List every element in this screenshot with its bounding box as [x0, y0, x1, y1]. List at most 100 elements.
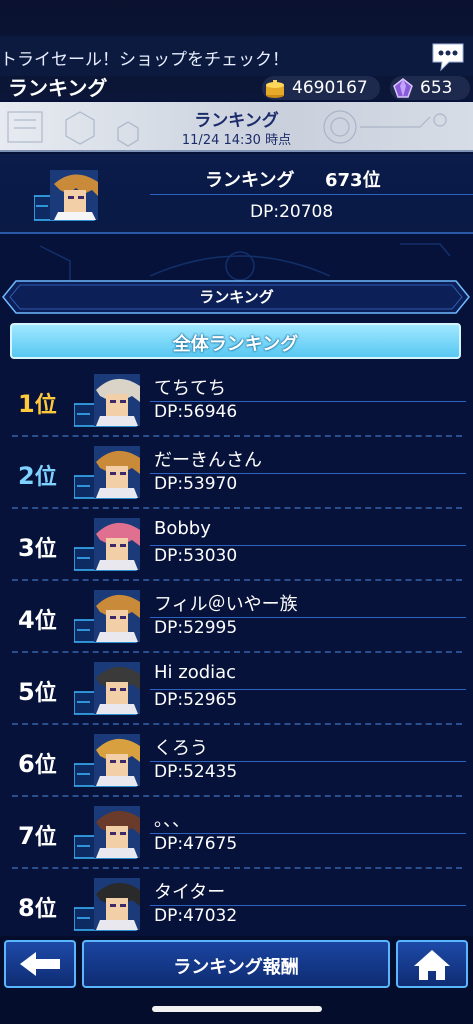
- player-dp: DP:47675: [154, 834, 238, 854]
- rank-number: 6: [18, 750, 35, 778]
- rank-suffix: 位: [34, 681, 57, 706]
- divider: [150, 194, 473, 195]
- player-name: だーきんさん: [154, 450, 262, 471]
- my-rank-label: ランキング: [205, 170, 295, 191]
- news-ticker-text: トライセール！ショップをチェック！: [0, 50, 289, 70]
- rank-number: 3: [18, 534, 35, 562]
- rank-number: 8: [18, 894, 35, 922]
- news-ticker[interactable]: トライセール！ショップをチェック！: [0, 36, 473, 76]
- row-accent-line: [150, 545, 466, 546]
- home-indicator: [152, 1006, 322, 1012]
- home-icon: [414, 950, 450, 980]
- gem-counter[interactable]: 653: [390, 76, 470, 100]
- rank-position: 4位: [18, 603, 57, 635]
- player-avatar-icon: [73, 734, 140, 787]
- rank-number: 7: [18, 822, 35, 850]
- banner-title: ランキング: [194, 111, 279, 131]
- player-avatar[interactable]: [73, 660, 142, 716]
- ranking-reward-button[interactable]: ランキング報酬: [82, 940, 390, 988]
- player-avatar[interactable]: [73, 732, 142, 788]
- row-accent-line: [150, 761, 466, 762]
- rank-position: 1位: [18, 387, 57, 419]
- rank-suffix: 位: [34, 753, 57, 778]
- ranking-row[interactable]: 3位 Bobby DP:53030: [0, 509, 473, 581]
- gold-amount: 4690167: [292, 78, 368, 98]
- ranking-banner: ランキング 11/24 14:30 時点: [0, 102, 473, 152]
- player-name: フィル＠いやー族: [154, 594, 298, 615]
- row-accent-line: [150, 401, 466, 402]
- gold-coins-icon: [266, 80, 284, 98]
- chat-button[interactable]: [429, 40, 467, 74]
- rank-number: 4: [18, 606, 35, 634]
- player-name: てちてち: [154, 378, 226, 399]
- row-accent-line: [150, 473, 466, 474]
- row-accent-line: [150, 833, 466, 834]
- player-avatar-icon: [73, 374, 140, 427]
- row-accent-line: [150, 617, 466, 618]
- rank-position: 7位: [18, 819, 57, 851]
- player-dp: DP:53970: [154, 474, 238, 494]
- ranking-row[interactable]: 4位 フィル＠いやー族 DP:52995: [0, 581, 473, 653]
- player-avatar-icon: [73, 662, 140, 715]
- ranking-row[interactable]: 8位 タイター DP:47032: [0, 869, 473, 941]
- top-bar: トライセール！ショップをチェック！ ランキング 4690167 653: [0, 0, 473, 100]
- rank-suffix: 位: [34, 465, 57, 490]
- rank-suffix: 位: [34, 897, 57, 922]
- rank-position: 8位: [18, 891, 57, 923]
- purple-gem-icon: [393, 78, 413, 98]
- player-avatar[interactable]: [73, 804, 142, 860]
- ranking-row[interactable]: 6位 くろう DP:52435: [0, 725, 473, 797]
- player-avatar[interactable]: [73, 516, 142, 572]
- my-avatar[interactable]: [33, 166, 102, 222]
- my-rank-panel: ランキング 673位 DP:20708: [0, 154, 473, 234]
- player-avatar-icon: [73, 878, 140, 931]
- rank-position: 2位: [18, 459, 57, 491]
- ranking-row[interactable]: 2位 だーきんさん DP:53970: [0, 437, 473, 509]
- bottom-bar: ランキング報酬: [0, 936, 473, 1024]
- row-accent-line: [150, 905, 466, 906]
- player-avatar[interactable]: [73, 588, 142, 644]
- ranking-row[interactable]: 7位 。、、 DP:47675: [0, 797, 473, 869]
- player-avatar-icon: [33, 170, 98, 221]
- ranking-panel-title: ランキング: [199, 288, 274, 306]
- rank-suffix: 位: [34, 537, 57, 562]
- rank-suffix: 位: [34, 825, 57, 850]
- gem-amount: 653: [420, 78, 453, 98]
- row-accent-line: [150, 689, 466, 690]
- rank-number: 1: [18, 390, 35, 418]
- player-avatar[interactable]: [73, 372, 142, 428]
- ranking-panel: ランキング 全体ランキング 1位 てちてち DP:56946 2位 だーきんさん DP:5…: [0, 280, 473, 940]
- back-arrow-icon: [20, 952, 60, 976]
- player-dp: DP:47032: [154, 906, 238, 926]
- player-avatar-icon: [73, 446, 140, 499]
- player-dp: DP:52995: [154, 618, 238, 638]
- rank-number: 5: [18, 678, 35, 706]
- player-name: くろう: [154, 738, 208, 759]
- screen-title: ランキング: [8, 76, 108, 100]
- home-button[interactable]: [396, 940, 468, 988]
- back-button[interactable]: [4, 940, 76, 988]
- rank-number: 2: [18, 462, 35, 490]
- player-name: Hi zodiac: [154, 662, 237, 683]
- banner-timestamp: 11/24 14:30 時点: [181, 133, 292, 148]
- rank-suffix: 位: [34, 609, 57, 634]
- player-avatar-icon: [73, 518, 140, 571]
- player-avatar-icon: [73, 806, 140, 859]
- rank-position: 6位: [18, 747, 57, 779]
- player-name: タイター: [154, 882, 226, 903]
- tab-overall-ranking[interactable]: 全体ランキング: [10, 323, 461, 359]
- my-dp-value: DP:20708: [250, 202, 334, 222]
- ranking-row[interactable]: 5位 Hi zodiac DP:52965: [0, 653, 473, 725]
- my-rank-value: 673位: [325, 170, 381, 191]
- player-dp: DP:52965: [154, 690, 238, 710]
- gold-counter[interactable]: 4690167: [262, 76, 380, 100]
- player-dp: DP:52435: [154, 762, 238, 782]
- ranking-row[interactable]: 1位 てちてち DP:56946: [0, 365, 473, 437]
- player-avatar[interactable]: [73, 444, 142, 500]
- background-decoration: [39, 243, 451, 281]
- chat-bubble-icon: [432, 43, 464, 72]
- rank-position: 3位: [18, 531, 57, 563]
- rank-suffix: 位: [34, 393, 57, 418]
- player-avatar[interactable]: [73, 876, 142, 932]
- player-name: 。、、: [154, 810, 190, 831]
